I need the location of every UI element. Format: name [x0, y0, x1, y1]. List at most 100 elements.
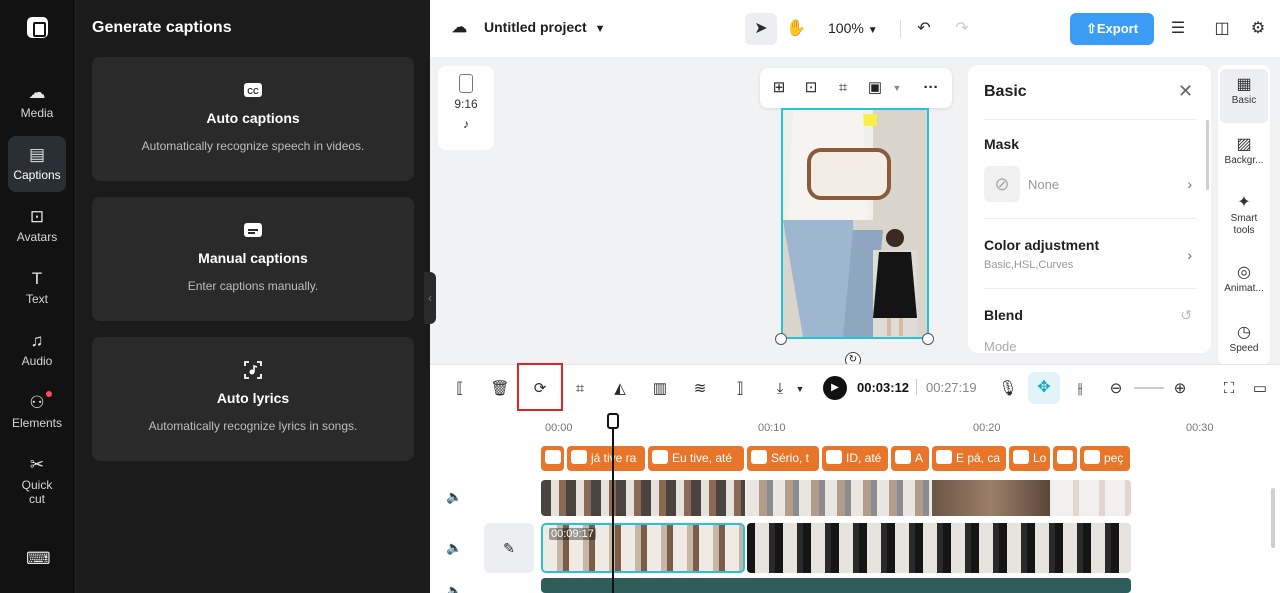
layers-button[interactable]: ☰	[1162, 13, 1194, 45]
trim-icon[interactable]: ⟧	[728, 377, 752, 401]
color-adjustment-row[interactable]: Color adjustment Basic,HSL,Curves ›	[984, 237, 1196, 271]
caption-clip[interactable]	[541, 446, 564, 471]
rail-item-text[interactable]: T Text	[8, 260, 66, 316]
edit-cover-button[interactable]: ✎	[484, 523, 534, 573]
caption-icon	[571, 450, 587, 464]
rail-item-avatars[interactable]: ⊡ Avatars	[8, 198, 66, 254]
rail-item-elements[interactable]: ⚇ Elements	[8, 384, 66, 440]
time-tick: 00:10	[758, 422, 786, 434]
close-icon[interactable]: ✕	[1178, 81, 1193, 102]
rail-item-label: Quick cut	[21, 478, 53, 506]
freeze-icon[interactable]: ▥	[648, 377, 672, 401]
caption-clip[interactable]: A	[891, 446, 929, 471]
split-track-icon[interactable]: ⫲	[1068, 377, 1092, 401]
layout-button[interactable]: ◫	[1206, 13, 1238, 45]
microphone-icon[interactable]: 🎙	[996, 377, 1020, 401]
caption-clip[interactable]: Lo	[1009, 446, 1050, 471]
more-icon[interactable]: ···	[920, 77, 942, 99]
caption-clip[interactable]: Eu tive, até	[648, 446, 744, 471]
aspect-ratio-button[interactable]: 9:16 ♪	[438, 66, 494, 150]
auto-captions-card[interactable]: CC Auto captions Automatically recognize…	[92, 57, 414, 181]
keyboard-icon: ⌨	[26, 549, 51, 568]
manual-captions-card[interactable]: Manual captions Enter captions manually.	[92, 197, 414, 321]
collapse-panel-button[interactable]: ‹	[424, 272, 436, 324]
snap-toggle[interactable]: ✥	[1028, 372, 1060, 404]
playhead-handle[interactable]	[607, 413, 619, 429]
capcut-logo-icon[interactable]	[27, 17, 48, 38]
tab-animation[interactable]: ◎ Animat...	[1220, 257, 1268, 307]
crop-icon[interactable]: ⌗	[568, 377, 592, 401]
tab-label: Speed	[1229, 343, 1259, 354]
speaker-icon[interactable]: 🔈	[446, 583, 462, 593]
export-button[interactable]: ⇧Export	[1070, 13, 1154, 45]
smart-crop-icon[interactable]: ⊡	[800, 77, 822, 99]
blend-label: Blend	[984, 307, 1023, 323]
tab-smart-tools[interactable]: ✦ Smart tools	[1220, 187, 1268, 245]
audio-edit-icon[interactable]: ≋	[688, 377, 712, 401]
zoom-out-icon[interactable]: ⊖	[1104, 377, 1128, 401]
delete-icon[interactable]: 🗑	[488, 377, 512, 401]
tab-background[interactable]: ▨ Backgr...	[1220, 129, 1268, 179]
chevron-down-icon: ▼	[594, 23, 606, 35]
playhead[interactable]	[612, 422, 614, 593]
divider	[984, 288, 1196, 289]
rail-item-label: Elements	[11, 416, 63, 430]
chevron-down-icon[interactable]: ▼	[788, 377, 812, 401]
main-track-clip[interactable]	[747, 523, 1131, 573]
rail-item-audio[interactable]: ♫ Audio	[8, 322, 66, 378]
left-rail: ☁ Media ▤ Captions ⊡ Avatars T Text ♫ Au…	[0, 0, 76, 593]
keyboard-shortcuts-button[interactable]: ⌨	[8, 540, 66, 580]
zoom-dropdown[interactable]: 100% ▼	[828, 20, 878, 36]
caption-clip[interactable]: peç	[1080, 446, 1130, 471]
zoom-slider[interactable]	[1134, 387, 1164, 389]
project-name-dropdown[interactable]: ☁ Untitled project ▼	[452, 18, 606, 36]
caption-clip[interactable]	[1053, 446, 1077, 471]
resize-handle[interactable]	[922, 333, 934, 345]
scrollbar[interactable]	[1271, 488, 1275, 548]
caption-clip[interactable]: ID, até	[822, 446, 888, 471]
svg-text:CC: CC	[247, 87, 259, 96]
settings-button[interactable]: ⚙	[1242, 13, 1274, 45]
chevron-down-icon[interactable]: ▼	[886, 77, 908, 99]
crop-icon[interactable]: ⌗	[832, 77, 854, 99]
caption-text: peç	[1104, 451, 1124, 465]
caption-text: A	[915, 451, 924, 465]
reset-icon[interactable]: ↺	[1180, 307, 1192, 324]
image-adjust-icon[interactable]: ▣	[864, 77, 886, 99]
play-button[interactable]: ▶	[823, 376, 847, 400]
rail-item-quick-cut[interactable]: ✂ Quick cut	[8, 446, 66, 516]
caption-clip[interactable]: Sério, t	[747, 446, 819, 471]
rail-item-media[interactable]: ☁ Media	[8, 74, 66, 130]
caption-clip[interactable]: E pá, ca	[932, 446, 1006, 471]
audio-track[interactable]	[541, 578, 1131, 593]
split-icon[interactable]: ⟦	[448, 377, 472, 401]
preview-icon[interactable]: ▭	[1248, 377, 1272, 401]
caption-icon	[826, 450, 842, 464]
select-tool-button[interactable]: ➤	[745, 13, 777, 45]
selected-clip[interactable]: 00:09:17	[541, 523, 745, 573]
redo-button[interactable]: ↷	[946, 13, 978, 45]
zoom-in-icon[interactable]: ⊕	[1168, 377, 1192, 401]
auto-lyrics-card[interactable]: Auto lyrics Automatically recognize lyri…	[92, 337, 414, 461]
tab-basic[interactable]: ▦ Basic	[1220, 69, 1268, 123]
rail-item-label: Captions	[13, 168, 61, 182]
card-description: Enter captions manually.	[187, 279, 319, 293]
caption-clip[interactable]: já tive ra	[567, 446, 645, 471]
fullscreen-icon[interactable]: ⛶	[1217, 377, 1241, 401]
rail-item-captions[interactable]: ▤ Captions	[8, 136, 66, 192]
speaker-icon[interactable]: 🔈	[446, 540, 462, 556]
undo-button[interactable]: ↶	[908, 13, 940, 45]
replace-image-icon[interactable]: ⊞	[768, 77, 790, 99]
mask-label: Mask	[984, 136, 1020, 152]
hand-tool-button[interactable]: ✋	[780, 13, 812, 45]
scrollbar[interactable]	[1206, 120, 1209, 190]
speaker-icon[interactable]: 🔈	[446, 489, 462, 505]
mirror-icon[interactable]: ◭	[608, 377, 632, 401]
tab-speed[interactable]: ◷ Speed	[1220, 317, 1268, 367]
video-preview[interactable]	[781, 108, 929, 339]
card-title: Manual captions	[198, 250, 308, 266]
mask-selector[interactable]: ⊘ None ›	[984, 166, 1196, 202]
overlay-track[interactable]	[541, 480, 1131, 516]
avatar-icon: ⊡	[29, 207, 45, 226]
resize-handle[interactable]	[775, 333, 787, 345]
